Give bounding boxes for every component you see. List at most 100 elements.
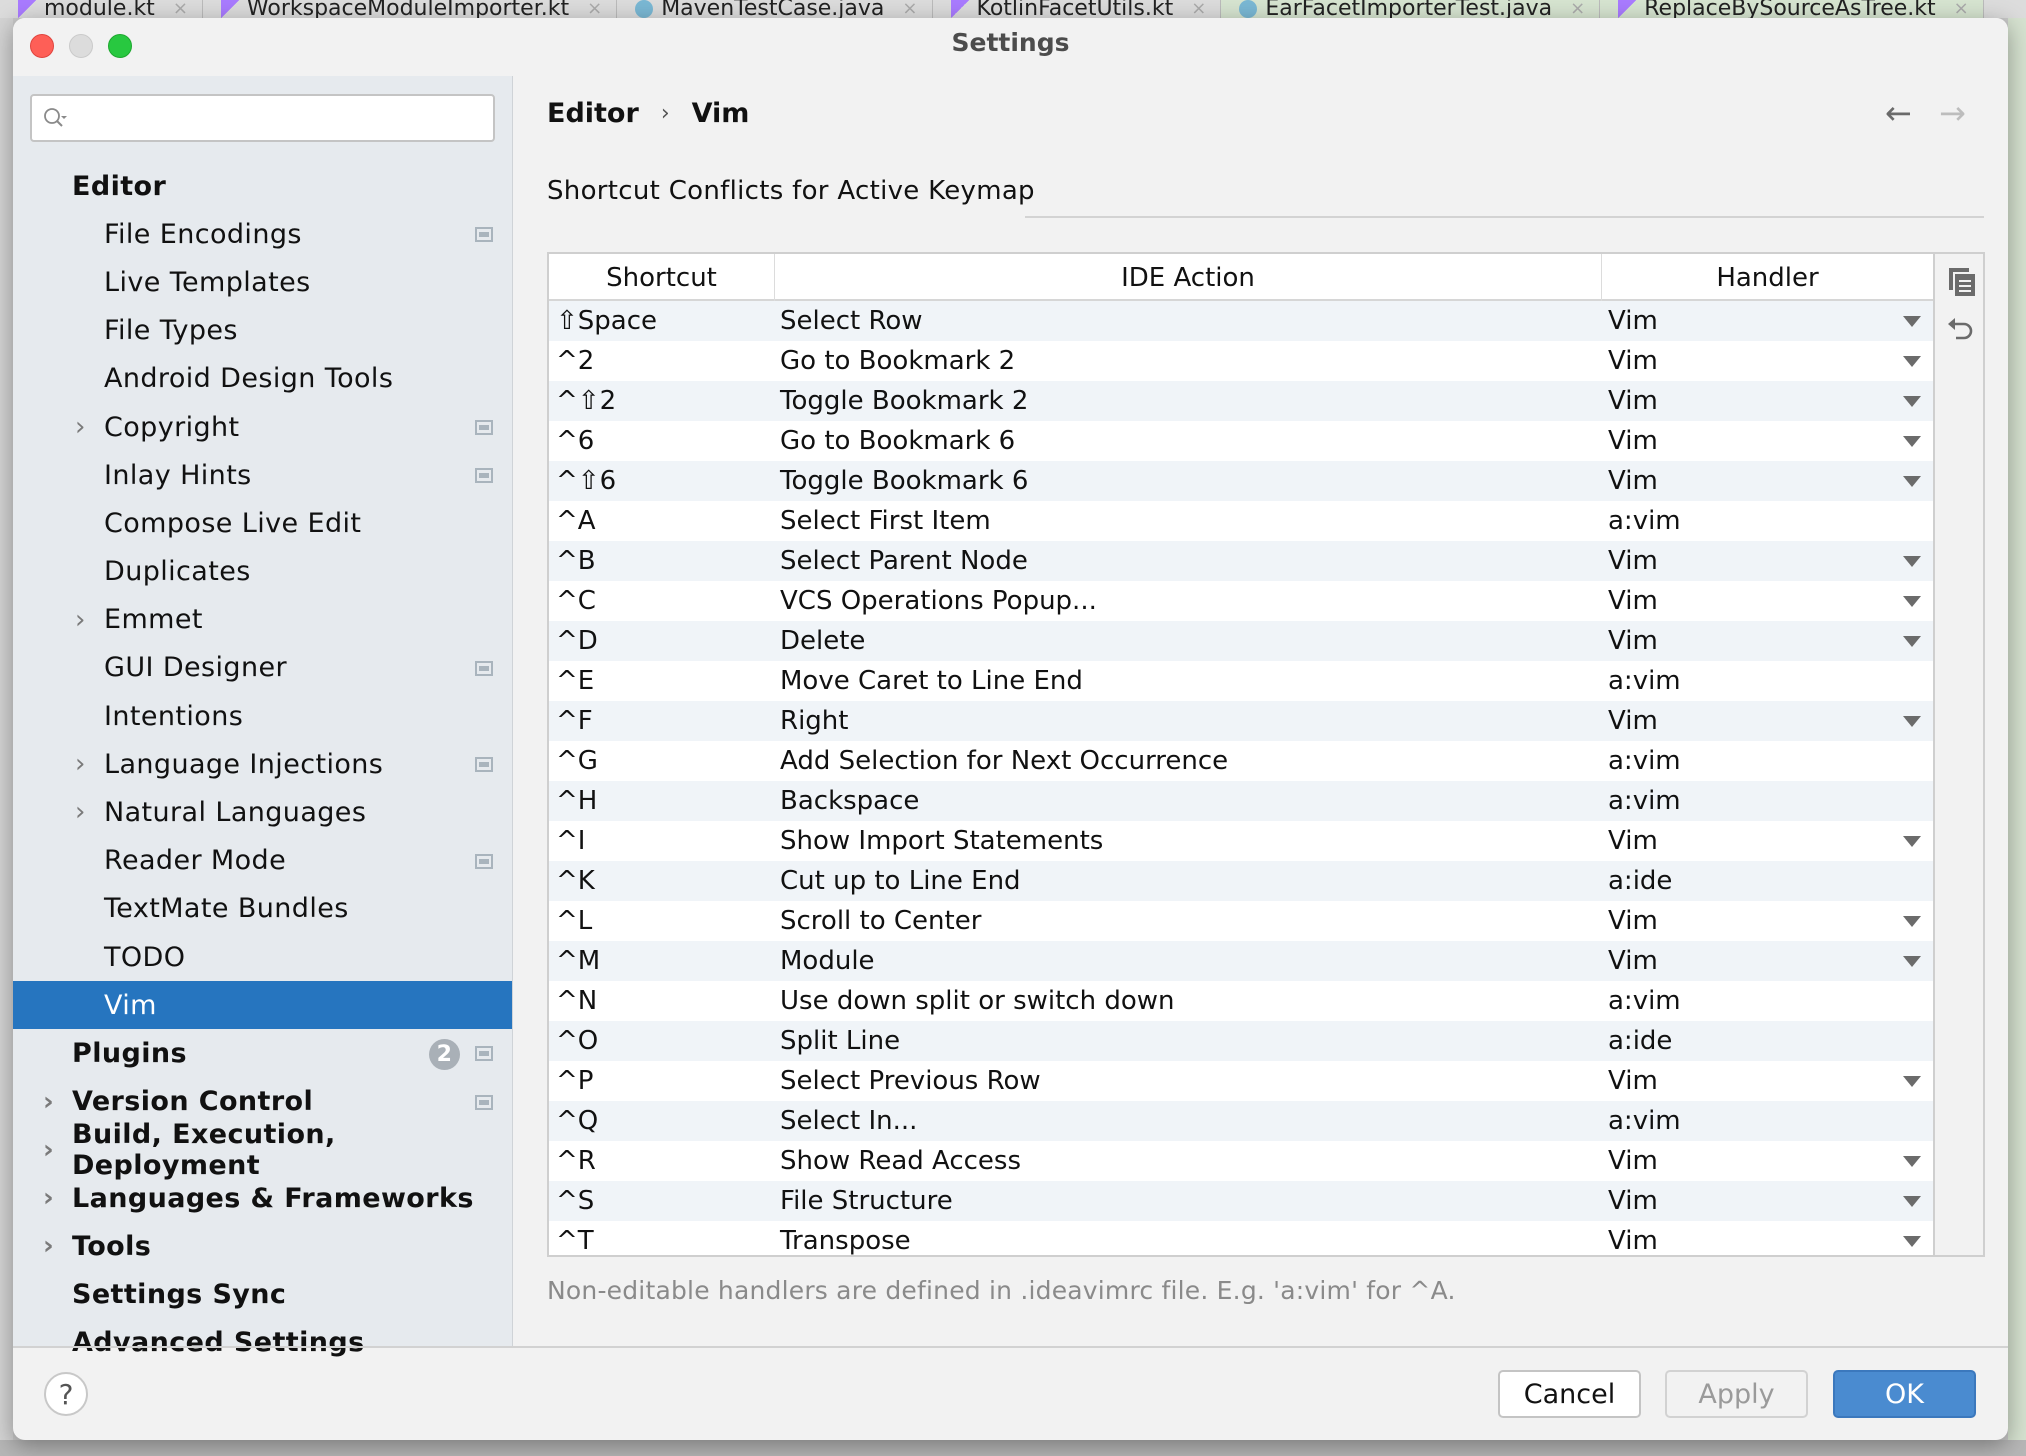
handler-cell[interactable]: Vim bbox=[1602, 946, 1933, 976]
column-header-ide-action[interactable]: IDE Action bbox=[775, 254, 1602, 301]
sidebar-item-file-encodings[interactable]: File Encodings bbox=[13, 210, 512, 258]
zoom-window-button[interactable] bbox=[108, 34, 132, 58]
sidebar-item-todo[interactable]: TODO bbox=[13, 933, 512, 981]
close-tab-icon[interactable]: × bbox=[902, 0, 917, 18]
table-row[interactable]: ^E Move Caret to Line End a:vim bbox=[549, 661, 1933, 701]
settings-search-input[interactable] bbox=[30, 94, 495, 142]
table-row[interactable]: ^C VCS Operations Popup... Vim bbox=[549, 581, 1933, 621]
handler-dropdown-arrow-icon[interactable] bbox=[1903, 316, 1921, 327]
sidebar-item-language-injections[interactable]: › Language Injections bbox=[13, 740, 512, 788]
chevron-right-icon[interactable]: › bbox=[75, 596, 86, 644]
table-row[interactable]: ^Q Select In... a:vim bbox=[549, 1101, 1933, 1141]
chevron-right-icon[interactable]: › bbox=[43, 1174, 54, 1222]
apply-button[interactable]: Apply bbox=[1665, 1370, 1808, 1418]
handler-dropdown-arrow-icon[interactable] bbox=[1903, 356, 1921, 367]
handler-cell[interactable]: Vim bbox=[1602, 826, 1933, 856]
handler-dropdown-arrow-icon[interactable] bbox=[1903, 916, 1921, 927]
table-row[interactable]: ^L Scroll to Center Vim bbox=[549, 901, 1933, 941]
table-row[interactable]: ^2 Go to Bookmark 2 Vim bbox=[549, 341, 1933, 381]
sidebar-item-inlay-hints[interactable]: Inlay Hints bbox=[13, 451, 512, 499]
column-header-shortcut[interactable]: Shortcut bbox=[549, 254, 775, 301]
table-row[interactable]: ^⇧6 Toggle Bookmark 6 Vim bbox=[549, 461, 1933, 501]
handler-cell[interactable]: Vim bbox=[1602, 346, 1933, 376]
handler-cell[interactable]: Vim bbox=[1602, 1146, 1933, 1176]
editor-tab-module-kt[interactable]: module.kt × bbox=[0, 0, 203, 18]
handler-cell[interactable]: Vim bbox=[1602, 706, 1933, 736]
chevron-right-icon[interactable]: › bbox=[43, 1126, 54, 1174]
table-row[interactable]: ^K Cut up to Line End a:ide bbox=[549, 861, 1933, 901]
sidebar-item-emmet[interactable]: › Emmet bbox=[13, 596, 512, 644]
chevron-right-icon[interactable]: › bbox=[75, 403, 86, 451]
handler-dropdown-arrow-icon[interactable] bbox=[1903, 636, 1921, 647]
editor-tab-workspacemoduleimporter-kt[interactable]: WorkspaceModuleImporter.kt × bbox=[203, 0, 618, 18]
table-row[interactable]: ^M Module Vim bbox=[549, 941, 1933, 981]
table-row[interactable]: ^G Add Selection for Next Occurrence a:vim bbox=[549, 741, 1933, 781]
close-tab-icon[interactable]: × bbox=[1191, 0, 1206, 18]
sidebar-item-textmate-bundles[interactable]: TextMate Bundles bbox=[13, 885, 512, 933]
handler-cell[interactable]: Vim bbox=[1602, 426, 1933, 456]
help-button[interactable]: ? bbox=[44, 1372, 88, 1416]
sidebar-item-live-templates[interactable]: Live Templates bbox=[13, 258, 512, 306]
forward-arrow-icon[interactable]: → bbox=[1939, 94, 1966, 132]
table-row[interactable]: ^F Right Vim bbox=[549, 701, 1933, 741]
table-row[interactable]: ^R Show Read Access Vim bbox=[549, 1141, 1933, 1181]
table-row[interactable]: ^S File Structure Vim bbox=[549, 1181, 1933, 1221]
table-row[interactable]: ^⇧2 Toggle Bookmark 2 Vim bbox=[549, 381, 1933, 421]
handler-cell[interactable]: Vim bbox=[1602, 1186, 1933, 1216]
handler-cell[interactable]: Vim bbox=[1602, 1226, 1933, 1255]
chevron-right-icon[interactable]: › bbox=[75, 788, 86, 836]
table-row[interactable]: ^D Delete Vim bbox=[549, 621, 1933, 661]
sidebar-item-intentions[interactable]: Intentions bbox=[13, 692, 512, 740]
handler-dropdown-arrow-icon[interactable] bbox=[1903, 596, 1921, 607]
close-window-button[interactable] bbox=[30, 34, 54, 58]
handler-cell[interactable]: Vim bbox=[1602, 626, 1933, 656]
sidebar-item-duplicates[interactable]: Duplicates bbox=[13, 548, 512, 596]
handler-cell[interactable]: Vim bbox=[1602, 386, 1933, 416]
sidebar-item-copyright[interactable]: › Copyright bbox=[13, 403, 512, 451]
ok-button[interactable]: OK bbox=[1833, 1370, 1976, 1418]
editor-tab-kotlinfacetutils-kt[interactable]: KotlinFacetUtils.kt × bbox=[933, 0, 1222, 18]
handler-dropdown-arrow-icon[interactable] bbox=[1903, 716, 1921, 727]
handler-cell[interactable]: Vim bbox=[1602, 306, 1933, 336]
column-header-handler[interactable]: Handler bbox=[1602, 254, 1933, 301]
reset-icon[interactable] bbox=[1947, 316, 1975, 344]
close-tab-icon[interactable]: × bbox=[1954, 0, 1969, 18]
close-tab-icon[interactable]: × bbox=[587, 0, 602, 18]
table-row[interactable]: ^6 Go to Bookmark 6 Vim bbox=[549, 421, 1933, 461]
handler-dropdown-arrow-icon[interactable] bbox=[1903, 956, 1921, 967]
cancel-button[interactable]: Cancel bbox=[1498, 1370, 1641, 1418]
handler-dropdown-arrow-icon[interactable] bbox=[1903, 396, 1921, 407]
handler-dropdown-arrow-icon[interactable] bbox=[1903, 836, 1921, 847]
chevron-right-icon[interactable]: › bbox=[75, 740, 86, 788]
sidebar-item-gui-designer[interactable]: GUI Designer bbox=[13, 644, 512, 692]
handler-cell[interactable]: Vim bbox=[1602, 1066, 1933, 1096]
handler-dropdown-arrow-icon[interactable] bbox=[1903, 436, 1921, 447]
handler-cell[interactable]: Vim bbox=[1602, 546, 1933, 576]
breadcrumb-editor[interactable]: Editor bbox=[547, 98, 639, 129]
table-row[interactable]: ^P Select Previous Row Vim bbox=[549, 1061, 1933, 1101]
table-row[interactable]: ^T Transpose Vim bbox=[549, 1221, 1933, 1255]
editor-tab-maventestcase-java[interactable]: MavenTestCase.java × bbox=[617, 0, 933, 18]
sidebar-item-plugins[interactable]: Plugins 2 bbox=[13, 1029, 512, 1077]
back-arrow-icon[interactable]: ← bbox=[1885, 94, 1912, 132]
handler-dropdown-arrow-icon[interactable] bbox=[1903, 1196, 1921, 1207]
sidebar-item-build-execution-deployment[interactable]: › Build, Execution, Deployment bbox=[13, 1119, 512, 1181]
handler-dropdown-arrow-icon[interactable] bbox=[1903, 556, 1921, 567]
table-row[interactable]: ^B Select Parent Node Vim bbox=[549, 541, 1933, 581]
sidebar-item-editor[interactable]: Editor bbox=[13, 162, 512, 210]
copy-icon[interactable] bbox=[1949, 268, 1975, 296]
close-tab-icon[interactable]: × bbox=[1570, 0, 1585, 18]
table-row[interactable]: ^I Show Import Statements Vim bbox=[549, 821, 1933, 861]
sidebar-item-natural-languages[interactable]: › Natural Languages bbox=[13, 788, 512, 836]
minimize-window-button[interactable] bbox=[69, 34, 93, 58]
close-tab-icon[interactable]: × bbox=[173, 0, 188, 18]
sidebar-item-settings-sync[interactable]: Settings Sync bbox=[13, 1270, 512, 1318]
handler-dropdown-arrow-icon[interactable] bbox=[1903, 1156, 1921, 1167]
table-row[interactable]: ⇧Space Select Row Vim bbox=[549, 301, 1933, 341]
handler-dropdown-arrow-icon[interactable] bbox=[1903, 476, 1921, 487]
editor-tab-replacebysourceastree-kt[interactable]: ReplaceBySourceAsTree.kt × bbox=[1600, 0, 1984, 18]
handler-dropdown-arrow-icon[interactable] bbox=[1903, 1236, 1921, 1247]
sidebar-item-compose-live-edit[interactable]: Compose Live Edit bbox=[13, 499, 512, 547]
table-row[interactable]: ^A Select First Item a:vim bbox=[549, 501, 1933, 541]
sidebar-item-vim[interactable]: Vim bbox=[13, 981, 512, 1030]
